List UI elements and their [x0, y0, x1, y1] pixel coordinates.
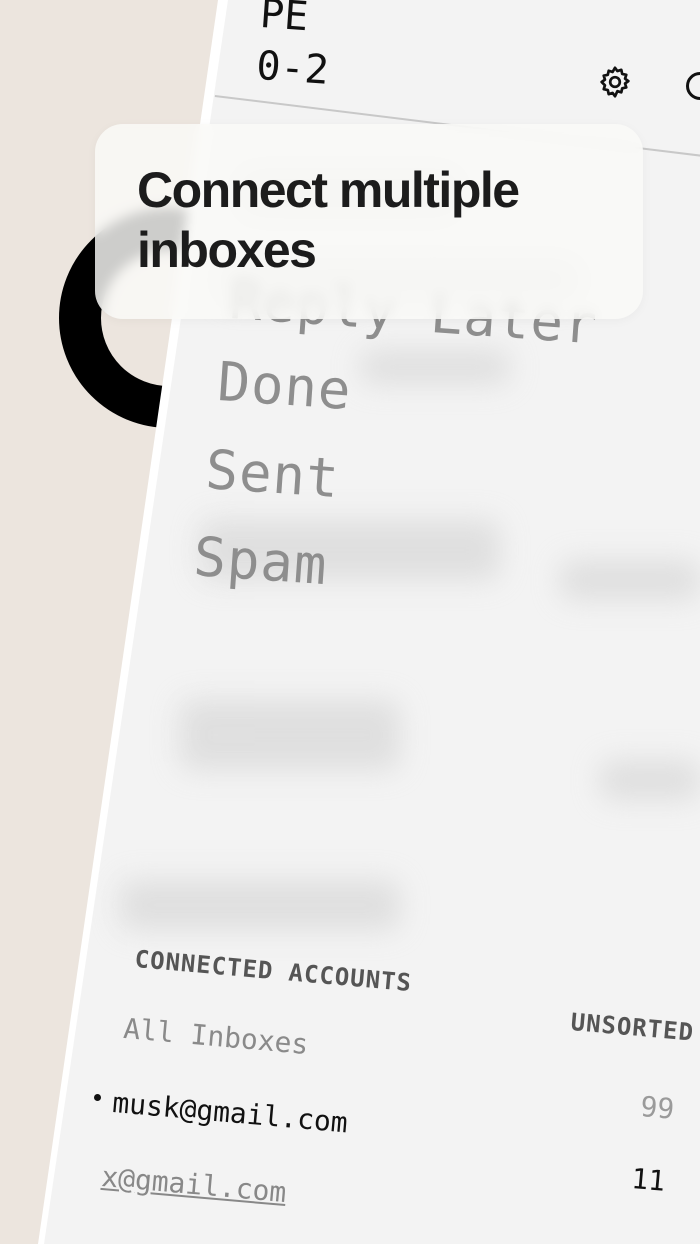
- account-all-inboxes[interactable]: All Inboxes: [122, 1012, 310, 1061]
- unsorted-heading: UNSORTED: [569, 1008, 696, 1047]
- feature-card: Connect multiple inboxes: [95, 124, 643, 319]
- folder-spam[interactable]: Spam: [192, 525, 330, 597]
- account-musk-count: 99: [639, 1090, 676, 1126]
- folder-done[interactable]: Done: [216, 350, 354, 422]
- account-x-count: 11: [630, 1162, 667, 1198]
- connected-accounts-heading: CONNECTED ACCOUNTS: [133, 945, 414, 998]
- header-code-line2: 0-2: [254, 42, 331, 94]
- blurred-row: [180, 700, 400, 770]
- header-code: PE 0-2: [255, 0, 334, 97]
- folder-sent[interactable]: Sent: [204, 438, 342, 510]
- account-x[interactable]: x@gmail.com: [100, 1160, 288, 1209]
- active-account-dot: [94, 1094, 101, 1101]
- blurred-row: [560, 560, 700, 600]
- blurred-row: [120, 880, 400, 930]
- circle-icon[interactable]: [686, 72, 700, 100]
- account-musk[interactable]: musk@gmail.com: [111, 1086, 349, 1139]
- blurred-row: [360, 350, 510, 384]
- feature-title: Connect multiple inboxes: [137, 162, 520, 278]
- gear-icon[interactable]: [597, 64, 633, 100]
- header-code-line1: PE: [258, 0, 310, 41]
- blurred-row: [600, 760, 700, 800]
